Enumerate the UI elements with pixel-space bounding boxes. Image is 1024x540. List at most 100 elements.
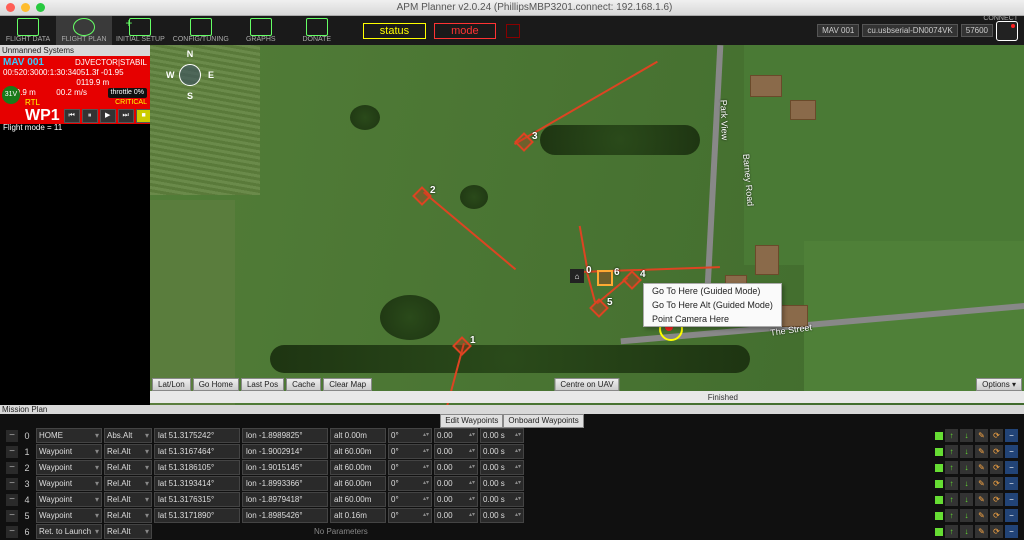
lat-field[interactable]: lat 51.3167464°	[154, 444, 240, 459]
p3-spin[interactable]: 0.00 s	[480, 428, 524, 443]
wp-type-select[interactable]: Waypoint	[36, 460, 102, 475]
up-icon[interactable]: ↑	[945, 461, 958, 474]
port-select[interactable]: cu.usbserial-DN0074VK	[862, 24, 957, 37]
latlon-button[interactable]: Lat/Lon	[152, 378, 191, 391]
remove-row-button[interactable]: −	[6, 430, 18, 442]
p2-spin[interactable]: 0.00	[434, 444, 478, 459]
action2-icon[interactable]: ⟳	[990, 493, 1003, 506]
home-marker[interactable]: ⌂	[570, 269, 584, 283]
up-icon[interactable]: ↑	[945, 509, 958, 522]
hud-panel[interactable]: MAV 001DJVECTOR|STABIL 00:520:3000:1:30:…	[0, 56, 150, 124]
tab-onboard-waypoints[interactable]: Onboard Waypoints	[503, 414, 583, 428]
wp-type-select[interactable]: HOME	[36, 428, 102, 443]
action2-icon[interactable]: ⟳	[990, 461, 1003, 474]
hud-prev-button[interactable]: ⏮	[64, 109, 80, 123]
action2-icon[interactable]: ⟳	[990, 525, 1003, 538]
lastpos-button[interactable]: Last Pos	[241, 378, 284, 391]
remove-row-button[interactable]: −	[6, 526, 18, 538]
action2-icon[interactable]: ⟳	[990, 477, 1003, 490]
down-icon[interactable]: ↓	[960, 509, 973, 522]
action1-icon[interactable]: ✎	[975, 461, 988, 474]
p1-spin[interactable]: 0°	[388, 444, 432, 459]
delete-icon[interactable]: −	[1005, 445, 1018, 458]
wp-type-select[interactable]: Waypoint	[36, 508, 102, 523]
remove-row-button[interactable]: −	[6, 478, 18, 490]
p3-spin[interactable]: 0.00 s	[480, 476, 524, 491]
hud-pause-button[interactable]: ⏸	[82, 109, 98, 123]
alt-type-select[interactable]: Rel.Alt	[104, 508, 152, 523]
p1-spin[interactable]: 0°	[388, 428, 432, 443]
wp-type-select[interactable]: Waypoint	[36, 444, 102, 459]
cache-button[interactable]: Cache	[286, 378, 321, 391]
nav-flight-data[interactable]: FLIGHT DATA	[0, 16, 56, 45]
action1-icon[interactable]: ✎	[975, 509, 988, 522]
action1-icon[interactable]: ✎	[975, 445, 988, 458]
p2-spin[interactable]: 0.00	[434, 508, 478, 523]
delete-icon[interactable]: −	[1005, 493, 1018, 506]
nav-graphs[interactable]: GRAPHS	[233, 16, 289, 45]
p2-spin[interactable]: 0.00	[434, 428, 478, 443]
up-icon[interactable]: ↑	[945, 445, 958, 458]
lon-field[interactable]: lon -1.9015145°	[242, 460, 328, 475]
p1-spin[interactable]: 0°	[388, 492, 432, 507]
up-icon[interactable]: ↑	[945, 525, 958, 538]
lat-field[interactable]: lat 51.3175242°	[154, 428, 240, 443]
lon-field[interactable]: lon -1.9002914°	[242, 444, 328, 459]
nav-config-tuning[interactable]: CONFIG/TUNING	[169, 16, 233, 45]
alt-field[interactable]: alt 60.00m	[330, 460, 386, 475]
wp-type-select[interactable]: Ret. to Launch	[36, 524, 102, 539]
gohome-button[interactable]: Go Home	[193, 378, 239, 391]
baud-select[interactable]: 57600	[961, 24, 993, 37]
lat-field[interactable]: lat 51.3186105°	[154, 460, 240, 475]
lon-field[interactable]: lon -1.8989825°	[242, 428, 328, 443]
map-view[interactable]: Park View Barney Road The Street N S E W…	[150, 45, 1024, 405]
action1-icon[interactable]: ✎	[975, 493, 988, 506]
tab-edit-waypoints[interactable]: Edit Waypoints	[440, 414, 503, 428]
max-dot[interactable]	[36, 3, 45, 12]
close-dot[interactable]	[6, 3, 15, 12]
remove-row-button[interactable]: −	[6, 462, 18, 474]
up-icon[interactable]: ↑	[945, 477, 958, 490]
p3-spin[interactable]: 0.00 s	[480, 492, 524, 507]
delete-icon[interactable]: −	[1005, 509, 1018, 522]
down-icon[interactable]: ↓	[960, 429, 973, 442]
hud-next-button[interactable]: ⏭	[118, 109, 134, 123]
p2-spin[interactable]: 0.00	[434, 460, 478, 475]
clearmap-button[interactable]: Clear Map	[323, 378, 372, 391]
alt-field[interactable]: alt 60.00m	[330, 476, 386, 491]
p3-spin[interactable]: 0.00 s	[480, 460, 524, 475]
remove-row-button[interactable]: −	[6, 510, 18, 522]
down-icon[interactable]: ↓	[960, 493, 973, 506]
alt-field[interactable]: alt 0.00m	[330, 428, 386, 443]
p2-spin[interactable]: 0.00	[434, 492, 478, 507]
alt-type-select[interactable]: Rel.Alt	[104, 460, 152, 475]
ctx-go-here-alt[interactable]: Go To Here Alt (Guided Mode)	[644, 298, 781, 312]
action1-icon[interactable]: ✎	[975, 525, 988, 538]
alt-field[interactable]: alt 0.16m	[330, 508, 386, 523]
nav-donate[interactable]: DONATE	[289, 16, 345, 45]
wp-type-select[interactable]: Waypoint	[36, 476, 102, 491]
p1-spin[interactable]: 0°	[388, 460, 432, 475]
nav-initial-setup[interactable]: INITIAL SETUP	[112, 16, 169, 45]
lat-field[interactable]: lat 51.3171890°	[154, 508, 240, 523]
alt-type-select[interactable]: Rel.Alt	[104, 492, 152, 507]
alt-field[interactable]: alt 60.00m	[330, 492, 386, 507]
action1-icon[interactable]: ✎	[975, 429, 988, 442]
down-icon[interactable]: ↓	[960, 461, 973, 474]
lon-field[interactable]: lon -1.8993366°	[242, 476, 328, 491]
p1-spin[interactable]: 0°	[388, 476, 432, 491]
action2-icon[interactable]: ⟳	[990, 445, 1003, 458]
lat-field[interactable]: lat 51.3176315°	[154, 492, 240, 507]
lat-field[interactable]: lat 51.3193414°	[154, 476, 240, 491]
delete-icon[interactable]: −	[1005, 429, 1018, 442]
remove-row-button[interactable]: −	[6, 446, 18, 458]
delete-icon[interactable]: −	[1005, 525, 1018, 538]
action1-icon[interactable]: ✎	[975, 477, 988, 490]
alt-type-select[interactable]: Abs.Alt	[104, 428, 152, 443]
alt-type-select[interactable]: Rel.Alt	[104, 444, 152, 459]
down-icon[interactable]: ↓	[960, 445, 973, 458]
hud-play-button[interactable]: ▶	[100, 109, 116, 123]
ctx-go-here[interactable]: Go To Here (Guided Mode)	[644, 284, 781, 298]
remove-row-button[interactable]: −	[6, 494, 18, 506]
alt-type-select[interactable]: Rel.Alt	[104, 476, 152, 491]
